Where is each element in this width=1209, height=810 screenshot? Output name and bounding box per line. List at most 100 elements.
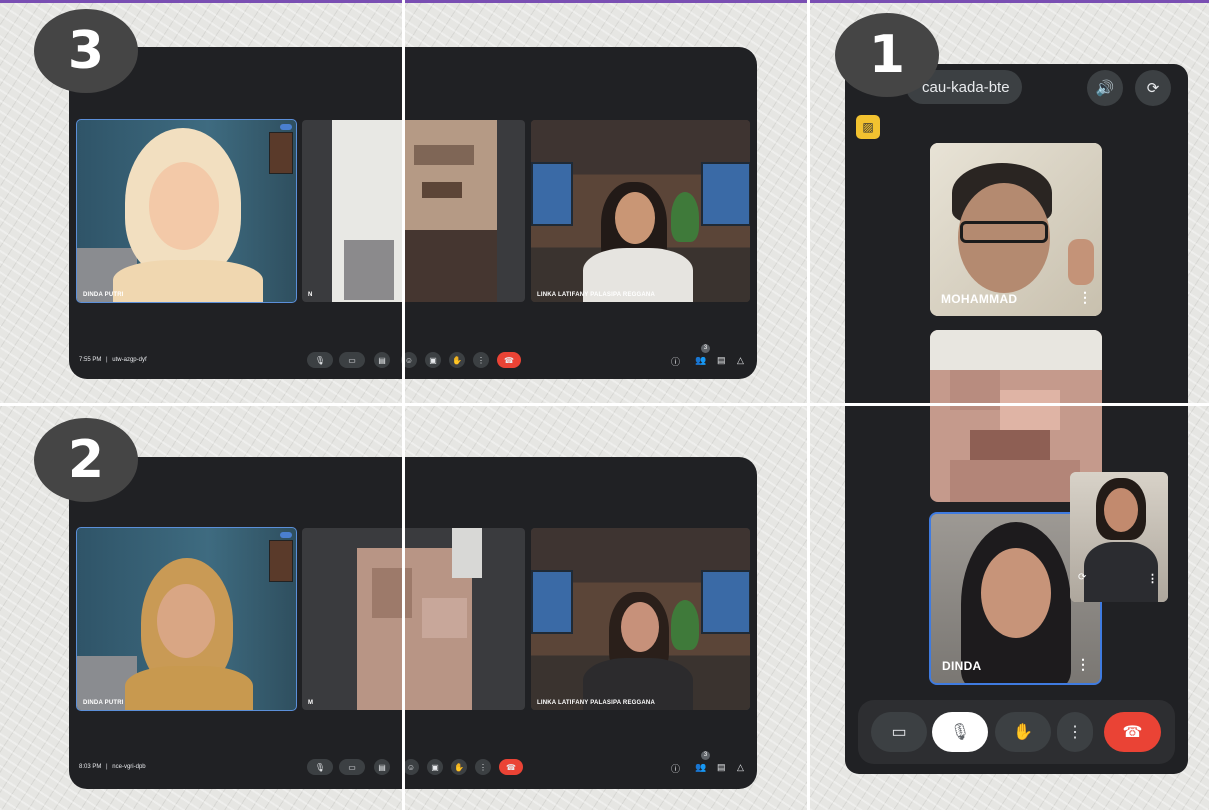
captions-button[interactable]: ▤ (374, 759, 390, 775)
raise-hand-button[interactable]: ✋ (995, 712, 1051, 752)
people-count-badge: 3 (701, 344, 710, 353)
switch-camera-icon[interactable]: ⟳ (1078, 572, 1086, 583)
chat-button[interactable]: ▤ (717, 762, 726, 773)
camera-button[interactable]: ▭ (871, 712, 927, 752)
present-icon: ▣ (431, 762, 439, 772)
participant-name: DINDA PUTRI (83, 700, 124, 706)
end-call-button[interactable]: ☎ (1104, 712, 1161, 752)
camera-icon: ▭ (348, 762, 356, 772)
end-call-button[interactable]: ☎ (497, 352, 521, 368)
participant-name: LINKA LATIFANY PALASIPA REGGANA (537, 700, 655, 706)
present-button[interactable]: ▣ (427, 759, 443, 775)
participant-name: LINKA LATIFANY PALASIPA REGGANA (537, 292, 655, 298)
pixelated-area (372, 568, 412, 618)
raise-hand-button[interactable]: ✋ (449, 352, 465, 368)
person-face (149, 162, 219, 250)
more-options-icon[interactable] (280, 532, 292, 538)
participant-name: M (308, 700, 314, 706)
mic-button[interactable]: 🎙 (307, 759, 333, 775)
switch-camera-button[interactable]: ⟳ (1135, 70, 1171, 106)
speaker-button[interactable]: 🔊 (1087, 70, 1123, 106)
activities-icon: △ (737, 355, 744, 365)
clock-time: 8:03 PM (79, 764, 102, 770)
participant-name: N (308, 292, 313, 298)
plant (671, 600, 699, 650)
more-options-icon: ⋮ (1067, 724, 1083, 741)
collage-divider (0, 403, 1209, 406)
participant-tile-linka[interactable]: LINKA LATIFANY PALASIPA REGGANA (531, 528, 750, 710)
separator: | (106, 357, 108, 363)
wall-painting (269, 132, 293, 174)
info-icon: ⓘ (671, 764, 681, 774)
pixelated-area (422, 598, 467, 638)
activities-button[interactable]: △ (737, 762, 744, 773)
person-glasses (960, 221, 1048, 243)
more-options-button[interactable]: ⋮ (475, 759, 491, 775)
participant-name: DINDA PUTRI (83, 292, 124, 298)
raise-hand-icon: ✋ (452, 355, 462, 365)
participant-tile-dinda[interactable]: DINDA PUTRI (76, 527, 297, 711)
meet-window-step-2: DINDA PUTRI M LINKA LATIFANY PALASIPA RE… (69, 457, 757, 789)
pixelated-area (344, 240, 394, 300)
info-button[interactable]: ⓘ (671, 762, 680, 775)
participant-tile-pixelated[interactable]: N (302, 120, 525, 302)
mic-icon: 🎙 (314, 762, 326, 772)
end-call-button[interactable]: ☎ (499, 759, 523, 775)
captions-button[interactable]: ▤ (374, 352, 390, 368)
person-face (615, 192, 655, 244)
mic-button[interactable]: 🎙 (307, 352, 333, 368)
camera-icon: ▭ (348, 355, 356, 365)
more-options-icon[interactable]: ⋮ (1076, 656, 1090, 673)
pixelated-area (970, 430, 1050, 460)
raise-hand-button[interactable]: ✋ (451, 759, 467, 775)
pixelated-area (452, 528, 482, 578)
mic-button[interactable]: 🎙 (932, 712, 988, 752)
participant-tile-dinda[interactable]: DINDA PUTRI (76, 119, 297, 303)
more-options-icon: ⋮ (477, 355, 485, 365)
present-button[interactable]: ▣ (425, 352, 441, 368)
captions-icon: ▤ (378, 762, 386, 772)
activities-button[interactable]: △ (737, 355, 744, 366)
more-options-icon[interactable]: ⋮ (1147, 572, 1158, 585)
camera-off-indicator: ▨ (856, 115, 880, 139)
more-options-button[interactable]: ⋮ (473, 352, 489, 368)
self-view-tile[interactable]: ⟳ ⋮ (1070, 472, 1168, 602)
participant-tile-mohammad[interactable]: MOHAMMAD ⋮ (930, 143, 1102, 316)
participant-tile-pixelated[interactable]: M (302, 528, 525, 710)
more-options-button[interactable]: ⋮ (1057, 712, 1093, 752)
chat-icon: ▤ (717, 762, 726, 772)
people-icon: 👥 (695, 355, 707, 365)
person-body (125, 666, 253, 710)
people-button[interactable]: 👥 (695, 762, 706, 773)
camera-icon: ▭ (891, 724, 907, 741)
info-button[interactable]: ⓘ (671, 355, 680, 368)
step-number: 3 (67, 21, 105, 81)
step-badge-3: 3 (34, 9, 138, 93)
more-options-icon[interactable] (280, 124, 292, 130)
person-body (113, 260, 263, 302)
pixelated-area (930, 330, 1102, 370)
office-window (531, 570, 573, 634)
clock-time: 7:55 PM (79, 357, 102, 363)
meeting-code: utw-azgp-dyf (112, 357, 147, 363)
participant-name: MOHAMMAD (941, 292, 1018, 306)
chat-button[interactable]: ▤ (717, 355, 726, 366)
top-rule (0, 0, 1209, 3)
end-call-icon: ☎ (504, 355, 514, 365)
captions-icon: ▤ (378, 355, 386, 365)
camera-button[interactable]: ▭ (339, 759, 365, 775)
people-count-badge: 3 (701, 751, 710, 760)
camera-off-icon: ▨ (862, 120, 874, 134)
people-button[interactable]: 👥 (695, 355, 706, 366)
people-icon: 👥 (695, 762, 707, 772)
emoji-button[interactable]: ☺ (403, 759, 419, 775)
switch-camera-icon: ⟳ (1146, 80, 1160, 97)
step-number: 1 (868, 25, 906, 85)
more-options-icon[interactable]: ⋮ (1078, 289, 1092, 306)
pixelated-area (1000, 390, 1060, 430)
thumbs-up-hand (1068, 239, 1094, 285)
step-number: 2 (67, 430, 105, 490)
person-face (621, 602, 659, 652)
participant-tile-linka[interactable]: LINKA LATIFANY PALASIPA REGGANA (531, 120, 750, 302)
camera-button[interactable]: ▭ (339, 352, 365, 368)
